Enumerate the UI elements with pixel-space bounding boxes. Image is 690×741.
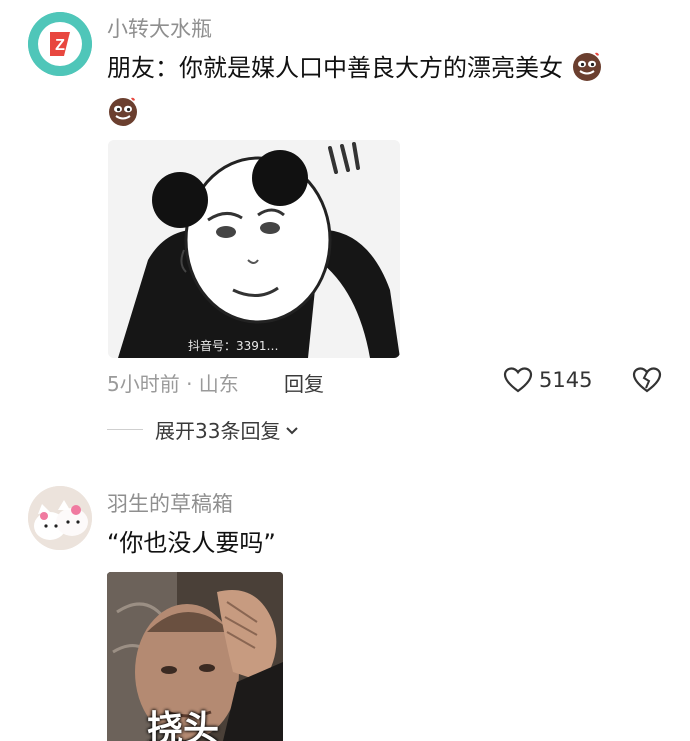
- broken-heart-icon: [632, 367, 662, 393]
- chevron-down-icon: [286, 426, 299, 434]
- brown-face-emoji-icon: [572, 52, 601, 81]
- like-count: 5145: [539, 368, 593, 392]
- heart-outline-icon: [503, 367, 533, 393]
- user-name[interactable]: 小转大水瓶: [107, 13, 212, 43]
- user-avatar[interactable]: Z: [28, 12, 92, 76]
- expand-divider: [107, 429, 143, 430]
- expand-replies-label: 展开33条回复: [155, 419, 281, 443]
- comment-text-line2: [107, 95, 139, 130]
- sticker-caption: 挠头: [147, 709, 220, 741]
- reply-button[interactable]: 回复: [284, 368, 324, 397]
- expand-replies-button[interactable]: 展开33条回复: [107, 415, 300, 444]
- sticker-watermark: 抖音号：3391…: [188, 339, 279, 353]
- scratch-head-meme-sticker[interactable]: 挠头: [107, 572, 283, 741]
- panda-meme-sticker[interactable]: 抖音号：3391…: [108, 140, 400, 358]
- dislike-button[interactable]: [632, 366, 662, 398]
- comment-text: “你也没人要吗”: [107, 529, 276, 557]
- comment-time-location: 5小时前 · 山东: [107, 372, 239, 396]
- comment-item: 羽生的草稿箱 “你也没人要吗” 挠头: [0, 470, 690, 741]
- avatar-badge-icon: Z: [28, 12, 92, 76]
- comment-text: 朋友：你就是媒人口中善良大方的漂亮美女: [107, 50, 603, 85]
- comment-item: Z 小转大水瓶 朋友：你就是媒人口中善良大方的漂亮美女 抖音号：3391… 5小…: [0, 0, 690, 460]
- panda-meme-illustration: [108, 140, 400, 358]
- user-name[interactable]: 羽生的草稿箱: [107, 488, 233, 518]
- user-avatar[interactable]: [28, 486, 92, 550]
- comment-text-content: 朋友：你就是媒人口中善良大方的漂亮美女: [107, 54, 563, 82]
- hello-kitty-avatar-icon: [28, 486, 92, 550]
- like-button[interactable]: 5145: [503, 366, 592, 394]
- svg-text:Z: Z: [55, 37, 65, 54]
- brown-face-emoji-icon: [109, 97, 137, 126]
